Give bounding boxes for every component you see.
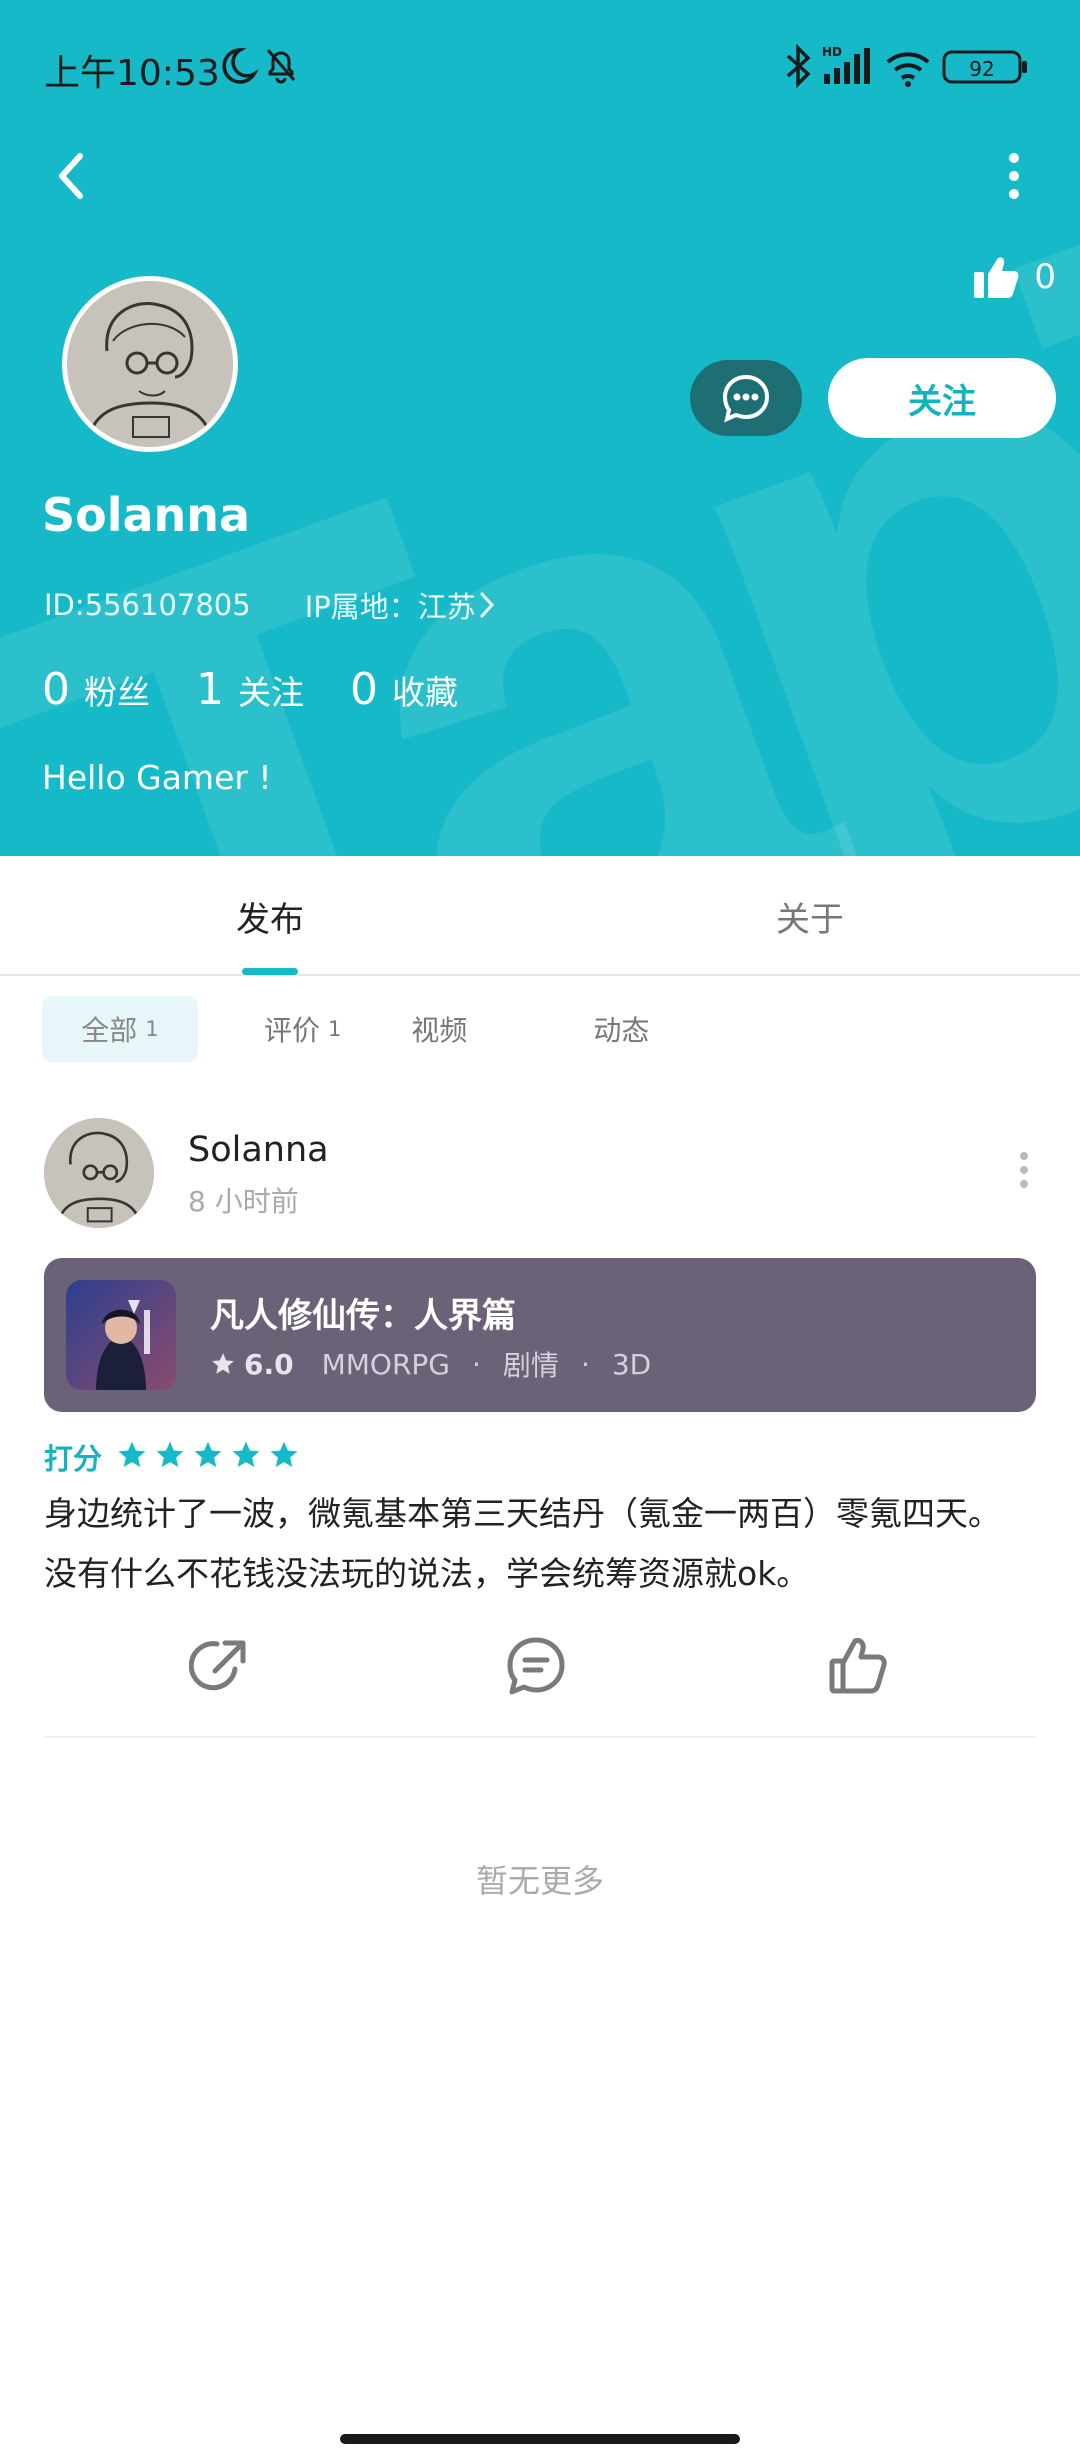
moon-icon	[222, 48, 259, 84]
profile-avatar[interactable]	[62, 276, 238, 452]
rating-star-icon	[118, 1441, 146, 1467]
battery-level: 92	[969, 57, 994, 81]
star-icon	[212, 1353, 234, 1374]
tab-posts[interactable]: 发布	[236, 892, 304, 941]
share-icon	[189, 1640, 246, 1691]
stat-following[interactable]: 1 关注	[196, 664, 304, 715]
filter-reviews[interactable]: 评价 1	[264, 996, 341, 1062]
status-time: 上午10:53	[44, 53, 220, 94]
like-button[interactable]	[818, 1626, 898, 1706]
game-card[interactable]: 凡人修仙传：人界篇 6.0 MMORPG · 剧情 · 3D	[44, 1258, 1036, 1412]
game-score: 6.0	[244, 1347, 294, 1381]
post-body[interactable]: 身边统计了一波，微氪基本第三天结丹（氪金一两百）零氪四天。 没有什么不花钱没法玩…	[44, 1484, 1054, 1604]
stat-favorites[interactable]: 0 收藏	[350, 664, 458, 715]
post-rating: 打分	[44, 1436, 306, 1478]
filter-all[interactable]: 全部 1	[42, 996, 198, 1062]
likes-count: 0	[1034, 257, 1056, 297]
bluetooth-icon	[786, 43, 811, 89]
chip-count: 1	[328, 1017, 342, 1041]
game-icon	[66, 1280, 176, 1390]
chat-bubble-icon	[722, 374, 770, 423]
message-button[interactable]	[690, 360, 802, 436]
user-id: ID:556107805	[44, 588, 251, 622]
follow-button[interactable]: 关注	[828, 358, 1056, 438]
filter-chips: 全部 1 评价 1 视频 动态	[42, 996, 649, 1062]
rating-star-icon	[156, 1441, 184, 1467]
rating-star-icon	[232, 1441, 260, 1467]
rating-stars	[116, 1439, 306, 1475]
share-button[interactable]	[180, 1626, 260, 1706]
profile-tabs: 发布 关于	[0, 856, 1080, 976]
filter-moments[interactable]: 动态	[593, 996, 649, 1062]
more-options-button[interactable]	[978, 140, 1050, 212]
status-bar: 上午10:53 HD 92	[0, 0, 1080, 136]
stat-label: 粉丝	[84, 673, 150, 712]
no-more-text: 暂无更多	[475, 1862, 604, 1900]
chevron-right-icon	[480, 592, 494, 618]
chevron-left-icon	[59, 153, 83, 199]
stat-label: 收藏	[392, 673, 458, 712]
separator-dot: ·	[580, 1347, 590, 1381]
signal-icon: HD	[822, 45, 870, 84]
chip-label: 视频	[411, 1014, 468, 1047]
post-author-name[interactable]: Solanna	[188, 1130, 329, 1170]
avatar-image	[67, 281, 233, 447]
avatar-image	[44, 1118, 154, 1228]
chip-label: 评价	[264, 1014, 321, 1047]
comment-icon	[507, 1637, 565, 1695]
profile-header: TapTap 上午10:53 HD 92 0 关注 Solanna ID:556…	[0, 0, 1080, 856]
post-divider	[44, 1736, 1036, 1738]
rating-star-icon	[270, 1441, 298, 1467]
stat-count: 0	[350, 664, 378, 715]
tab-about[interactable]: 关于	[776, 892, 844, 941]
game-tag: 剧情	[502, 1349, 559, 1382]
wifi-icon	[886, 52, 930, 87]
battery-icon: 92	[942, 50, 1027, 84]
rating-star-icon	[194, 1441, 222, 1467]
ip-location-link[interactable]: IP属地：江苏	[305, 584, 498, 626]
game-cover-art	[66, 1280, 176, 1390]
profile-id-line: ID:556107805 IP属地：江苏	[44, 584, 498, 626]
game-title: 凡人修仙传：人界篇	[210, 1296, 516, 1336]
game-genre: MMORPG	[321, 1347, 451, 1381]
stat-count: 0	[42, 664, 70, 715]
ip-location: IP属地：江苏	[304, 590, 476, 624]
post-more-button[interactable]	[994, 1140, 1054, 1200]
status-icons-left	[216, 44, 296, 90]
filter-videos[interactable]: 视频	[411, 996, 467, 1062]
profile-username: Solanna	[42, 488, 251, 542]
chip-label: 动态	[593, 1014, 650, 1047]
stat-label: 关注	[238, 673, 304, 712]
stat-followers[interactable]: 0 粉丝	[42, 664, 150, 715]
game-tag: 3D	[611, 1347, 652, 1381]
hd-badge: HD	[822, 45, 842, 59]
profile-bio: Hello Gamer !	[42, 758, 272, 797]
stat-count: 1	[196, 664, 224, 715]
rating-label: 打分	[44, 1442, 103, 1476]
profile-likes[interactable]: 0	[972, 254, 1056, 300]
post-author-avatar[interactable]	[44, 1118, 154, 1228]
profile-stats: 0 粉丝 1 关注 0 收藏	[42, 664, 504, 715]
post-body-line: 没有什么不花钱没法玩的说法，学会统筹资源就ok。	[44, 1554, 810, 1593]
more-vertical-icon	[1020, 1152, 1028, 1188]
more-vertical-icon	[1009, 153, 1019, 199]
home-indicator[interactable]	[340, 2434, 740, 2444]
post-body-line: 身边统计了一波，微氪基本第三天结丹（氪金一两百）零氪四天。	[44, 1494, 1001, 1533]
post-time: 8 小时前	[188, 1185, 299, 1218]
thumbs-up-icon	[829, 1638, 887, 1694]
back-button[interactable]	[36, 140, 108, 212]
status-icons-right: HD 92	[782, 43, 1032, 92]
chip-label: 全部	[81, 1014, 138, 1047]
post-actions	[0, 1626, 1080, 1706]
bell-off-icon	[266, 49, 296, 84]
thumbs-up-filled-icon	[974, 257, 1019, 298]
comment-button[interactable]	[496, 1626, 576, 1706]
tab-indicator	[242, 968, 298, 975]
chip-count: 1	[145, 1017, 159, 1041]
game-meta: 6.0 MMORPG · 剧情 · 3D	[210, 1344, 651, 1384]
separator-dot: ·	[472, 1347, 481, 1381]
